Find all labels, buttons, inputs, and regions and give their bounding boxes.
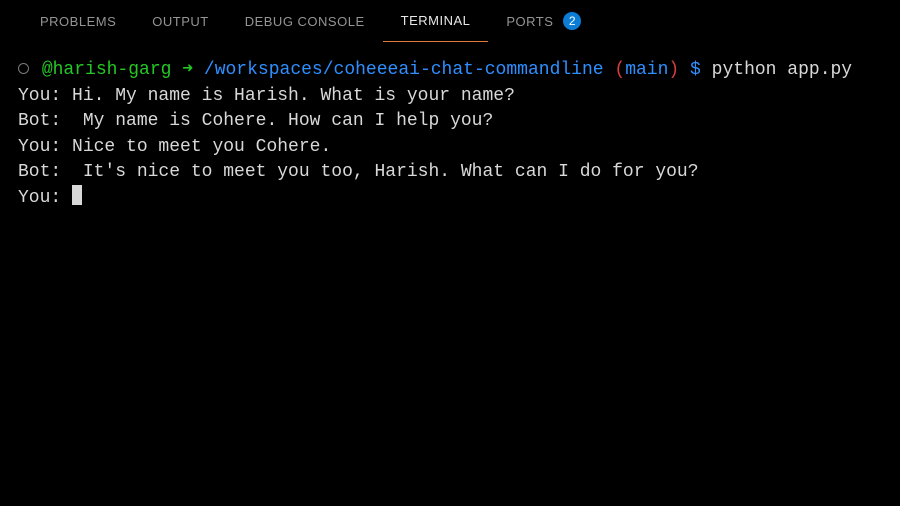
panel-tab-bar: PROBLEMS OUTPUT DEBUG CONSOLE TERMINAL P…: [0, 0, 900, 42]
chat-speaker: You:: [18, 137, 61, 157]
chat-speaker: You:: [18, 188, 61, 208]
prompt-path: /workspaces/coheeeai-chat-commandline: [204, 60, 604, 80]
branch-close: ): [668, 60, 679, 80]
prompt-dollar: $: [690, 60, 701, 80]
terminal-output[interactable]: @harish-garg ➜ /workspaces/coheeeai-chat…: [0, 42, 900, 227]
chat-line: Bot: My name is Cohere. How can I help y…: [18, 109, 882, 135]
tab-debug-console-label: DEBUG CONSOLE: [245, 14, 365, 29]
chat-text: Nice to meet you Cohere.: [61, 137, 331, 157]
chat-text: My name is Cohere. How can I help you?: [61, 111, 493, 131]
prompt-command: python app.py: [712, 60, 852, 80]
terminal-cursor[interactable]: [72, 185, 82, 205]
chat-text: [61, 188, 72, 208]
chat-input-line: You:: [18, 186, 882, 212]
chat-speaker: Bot:: [18, 162, 61, 182]
chat-speaker: Bot:: [18, 111, 61, 131]
prompt-branch: main: [625, 60, 668, 80]
chat-speaker: You:: [18, 86, 61, 106]
tab-ports[interactable]: PORTS 2: [488, 0, 599, 42]
codespaces-icon: [18, 63, 29, 74]
prompt-arrow-icon: ➜: [182, 60, 193, 80]
chat-line: You: Hi. My name is Harish. What is your…: [18, 84, 882, 110]
tab-ports-label: PORTS: [506, 14, 553, 29]
tab-terminal-label: TERMINAL: [401, 13, 471, 28]
chat-text: It's nice to meet you too, Harish. What …: [61, 162, 698, 182]
tab-output[interactable]: OUTPUT: [134, 0, 226, 42]
tab-debug-console[interactable]: DEBUG CONSOLE: [227, 0, 383, 42]
tab-problems[interactable]: PROBLEMS: [22, 0, 134, 42]
tab-problems-label: PROBLEMS: [40, 14, 116, 29]
chat-text: Hi. My name is Harish. What is your name…: [61, 86, 515, 106]
branch-open: (: [614, 60, 625, 80]
prompt-username: @harish-garg: [42, 60, 172, 80]
chat-line: You: Nice to meet you Cohere.: [18, 135, 882, 161]
ports-count-badge: 2: [563, 12, 581, 30]
chat-line: Bot: It's nice to meet you too, Harish. …: [18, 160, 882, 186]
tab-terminal[interactable]: TERMINAL: [383, 0, 489, 42]
shell-prompt-line: @harish-garg ➜ /workspaces/coheeeai-chat…: [18, 58, 882, 84]
tab-output-label: OUTPUT: [152, 14, 208, 29]
